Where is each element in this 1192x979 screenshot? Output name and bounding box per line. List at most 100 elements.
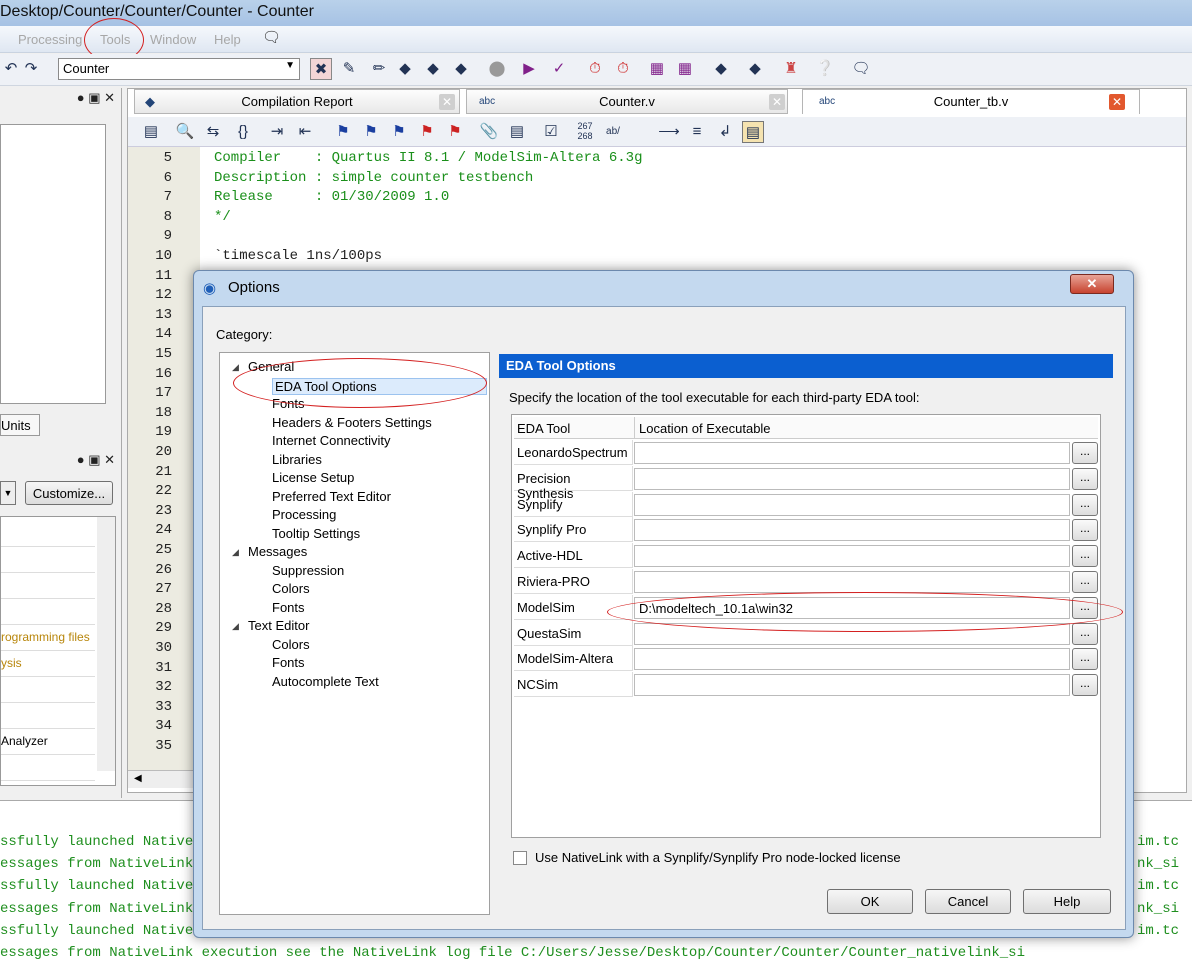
- tree-item[interactable]: Headers & Footers Settings: [272, 415, 432, 430]
- task-item[interactable]: [1, 755, 95, 781]
- pane-controls-icon[interactable]: ● ▣ ✕: [77, 452, 115, 468]
- task-item[interactable]: [1, 703, 95, 729]
- location-field[interactable]: [634, 467, 1070, 490]
- tree-item[interactable]: Tooltip Settings: [272, 526, 360, 541]
- netlist-icon[interactable]: ▦: [646, 58, 668, 80]
- location-field[interactable]: [634, 648, 1070, 671]
- feedback-icon[interactable]: 🗨: [262, 28, 281, 46]
- browse-button[interactable]: ...: [1072, 674, 1098, 697]
- menu-processing[interactable]: Processing: [18, 32, 82, 47]
- tree-item[interactable]: Fonts: [272, 600, 305, 615]
- task-item[interactable]: ysis: [1, 651, 95, 677]
- replace-icon[interactable]: ⇆: [202, 121, 224, 143]
- analysis-elaboration-icon[interactable]: ✓: [548, 58, 570, 80]
- sopc-icon[interactable]: ◆: [744, 58, 766, 80]
- task-item[interactable]: [1, 573, 95, 599]
- close-icon[interactable]: ✕: [1109, 94, 1125, 110]
- tree-item[interactable]: Preferred Text Editor: [272, 489, 391, 504]
- bookmark-icon[interactable]: ⚑: [332, 121, 354, 143]
- browse-button[interactable]: ...: [1072, 596, 1098, 619]
- task-item[interactable]: rogramming files: [1, 625, 95, 651]
- close-icon[interactable]: ✕: [769, 94, 785, 110]
- close-button[interactable]: ✕: [1070, 274, 1114, 294]
- browse-button[interactable]: ...: [1072, 545, 1098, 568]
- menu-tools[interactable]: Tools: [100, 32, 130, 47]
- category-tree[interactable]: ◢ General EDA Tool Options Fonts Headers & F…: [219, 352, 490, 915]
- tab-counter-v[interactable]: Counter.v abc ✕: [466, 89, 788, 114]
- tree-item[interactable]: Libraries: [272, 452, 322, 467]
- location-field[interactable]: D:\modeltech_10.1a\win32: [634, 596, 1070, 619]
- flow-dropdown[interactable]: ▼: [0, 481, 16, 505]
- tree-item[interactable]: Colors: [272, 637, 310, 652]
- unindent-icon[interactable]: ⇤: [294, 121, 316, 143]
- ok-button[interactable]: OK: [827, 889, 913, 914]
- browse-button[interactable]: ...: [1072, 648, 1098, 671]
- tab-icon[interactable]: ⟶: [658, 121, 680, 143]
- pin-planner-icon[interactable]: ✎: [338, 58, 360, 80]
- tree-item[interactable]: General: [248, 359, 294, 374]
- attach-icon[interactable]: 📎: [478, 121, 500, 143]
- location-field[interactable]: [634, 545, 1070, 568]
- browse-button[interactable]: ...: [1072, 519, 1098, 542]
- rtl-viewer-icon[interactable]: ▦: [674, 58, 696, 80]
- cancel-button[interactable]: Cancel: [925, 889, 1011, 914]
- window-icon[interactable]: ▤: [140, 121, 162, 143]
- tree-item[interactable]: Fonts: [272, 655, 305, 670]
- tab-compilation-report[interactable]: Compilation Report ◆ ✕: [134, 89, 460, 114]
- tree-item[interactable]: Internet Connectivity: [272, 433, 391, 448]
- clear-all-bookmarks-icon[interactable]: ⚑: [444, 121, 466, 143]
- browse-button[interactable]: ...: [1072, 493, 1098, 516]
- find-icon[interactable]: 🔍: [174, 121, 196, 143]
- analysis-icon[interactable]: ◆: [394, 58, 416, 80]
- task-item[interactable]: Analyzer: [1, 729, 95, 755]
- braces-icon[interactable]: {}: [232, 121, 254, 143]
- start-compile-icon[interactable]: ▶: [518, 58, 540, 80]
- tree-item[interactable]: Colors: [272, 581, 310, 596]
- expand-triangle-icon[interactable]: ◢: [232, 547, 239, 558]
- location-field[interactable]: [634, 622, 1070, 645]
- task-item[interactable]: [1, 547, 95, 573]
- tree-item[interactable]: Text Editor: [248, 618, 309, 633]
- clear-bookmark-icon[interactable]: ⚑: [416, 121, 438, 143]
- timing-icon[interactable]: ⏱: [584, 58, 606, 80]
- location-field[interactable]: [634, 674, 1070, 697]
- tree-item[interactable]: EDA Tool Options: [272, 377, 487, 395]
- fitter-icon[interactable]: ◆: [450, 58, 472, 80]
- synthesis-icon[interactable]: ◆: [422, 58, 444, 80]
- tree-item[interactable]: Messages: [248, 544, 307, 559]
- tab-counter-tb-v[interactable]: Counter_tb.v abc ✕: [802, 89, 1140, 114]
- view-icon[interactable]: ▤: [742, 121, 764, 143]
- tree-item[interactable]: License Setup: [272, 470, 354, 485]
- tree-item[interactable]: Fonts: [272, 396, 305, 411]
- stop-icon[interactable]: ⬤: [486, 58, 508, 80]
- undo-icon[interactable]: ↶: [0, 58, 22, 80]
- task-item[interactable]: [1, 521, 95, 547]
- project-selector[interactable]: Counter ▼: [58, 58, 300, 80]
- tree-item[interactable]: Suppression: [272, 563, 344, 578]
- wrap-icon[interactable]: ↲: [714, 121, 736, 143]
- spell-icon[interactable]: ab/: [602, 121, 624, 143]
- line-numbers-icon[interactable]: 267 268: [574, 121, 596, 143]
- browse-button[interactable]: ...: [1072, 571, 1098, 593]
- comment-icon[interactable]: 🗨: [850, 58, 872, 80]
- task-item[interactable]: [1, 677, 95, 703]
- expand-triangle-icon[interactable]: ◢: [232, 621, 239, 632]
- project-navigator-tree[interactable]: [0, 124, 106, 404]
- edit-icon[interactable]: ✏: [368, 58, 390, 80]
- browse-button[interactable]: ...: [1072, 467, 1098, 490]
- next-bookmark-icon[interactable]: ⚑: [360, 121, 382, 143]
- location-field[interactable]: [634, 442, 1070, 464]
- list-icon[interactable]: ≡: [686, 121, 708, 143]
- customize-button[interactable]: Customize...: [25, 481, 113, 505]
- scrollbar[interactable]: [97, 517, 115, 771]
- prev-bookmark-icon[interactable]: ⚑: [388, 121, 410, 143]
- expand-triangle-icon[interactable]: ◢: [232, 362, 239, 373]
- megawizard-icon[interactable]: ♜: [780, 58, 802, 80]
- location-field[interactable]: [634, 493, 1070, 516]
- menu-help[interactable]: Help: [214, 32, 241, 47]
- chip-planner-icon[interactable]: ✖: [310, 58, 332, 80]
- programmer-icon[interactable]: ◆: [710, 58, 732, 80]
- timequest-icon[interactable]: ⏱: [612, 58, 634, 80]
- help-button[interactable]: Help: [1023, 889, 1111, 914]
- tree-item[interactable]: Autocomplete Text: [272, 674, 379, 689]
